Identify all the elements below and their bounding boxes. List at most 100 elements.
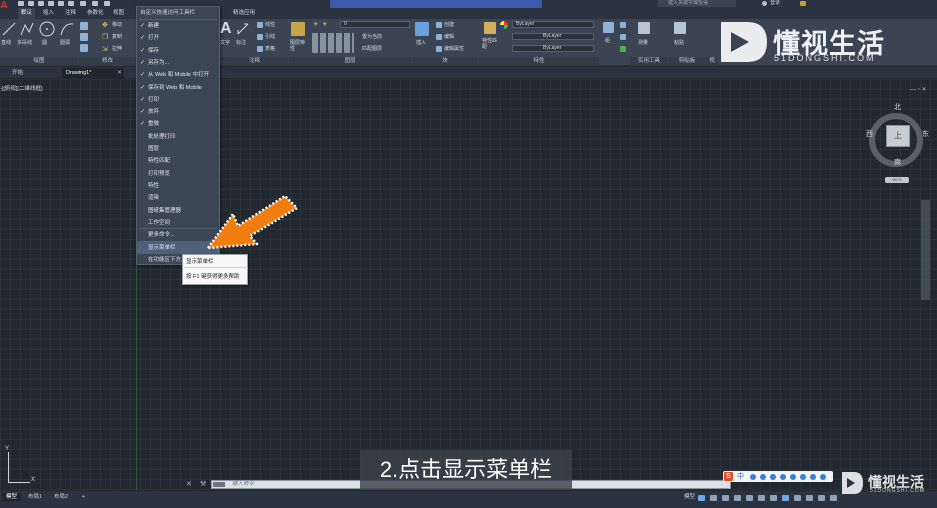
layer-dropdown[interactable]: 0 <box>340 21 410 28</box>
layer-properties-icon[interactable] <box>291 22 305 36</box>
new-icon[interactable] <box>18 1 24 6</box>
snap-icon[interactable] <box>710 495 717 501</box>
linear-label[interactable]: 线性 <box>265 22 275 28</box>
grid-icon[interactable] <box>698 495 705 501</box>
draw-group-label[interactable]: 绘图 <box>0 57 78 66</box>
tab-annotate[interactable]: 注释 <box>62 8 79 19</box>
wcs-menu[interactable]: WCS <box>885 177 909 183</box>
match-layer-label[interactable]: 匹配图层 <box>362 46 382 52</box>
polar-icon[interactable] <box>734 495 741 501</box>
open-icon[interactable] <box>28 1 34 6</box>
layers-group-label[interactable]: 图层 <box>289 57 411 66</box>
menu-item[interactable]: ✓ 重做 <box>137 118 219 130</box>
create-block-icon[interactable] <box>436 22 442 28</box>
table-icon[interactable] <box>257 46 263 52</box>
edit-block-icon[interactable] <box>436 34 442 40</box>
edit-label[interactable]: 编辑 <box>444 34 454 40</box>
tab-layout2[interactable]: 布局2 <box>50 493 72 501</box>
command-history-icon[interactable] <box>213 482 225 487</box>
ime-punctuation-icon[interactable] <box>760 474 766 480</box>
paste-icon[interactable] <box>674 22 686 34</box>
close-tab-icon[interactable]: ✕ <box>117 69 122 76</box>
block-group-label[interactable]: 块 <box>412 57 478 66</box>
insert-block-icon[interactable] <box>415 22 429 36</box>
color-wheel-icon[interactable] <box>500 21 508 29</box>
dimension-icon[interactable] <box>236 22 250 36</box>
line-icon[interactable] <box>2 22 16 36</box>
ime-settings-icon[interactable] <box>820 474 826 480</box>
move-icon[interactable]: ✥ <box>102 21 108 29</box>
menu-item[interactable]: ✓ 打开 <box>137 32 219 44</box>
ime-keyboard-icon[interactable] <box>790 474 796 480</box>
arc-icon[interactable] <box>60 22 74 36</box>
menu-item[interactable]: 图层 <box>137 143 219 155</box>
properties-group-label[interactable]: 特性 <box>479 57 599 66</box>
ungroup-icon[interactable] <box>620 34 626 40</box>
tab-start[interactable]: 开始 <box>8 68 27 78</box>
linetype-dropdown[interactable]: ByLayer <box>512 33 594 40</box>
create-label[interactable]: 创建 <box>444 22 454 28</box>
layer-on-icon[interactable]: ☀ <box>313 21 318 28</box>
redo-icon[interactable] <box>104 1 110 6</box>
lineweight-icon[interactable] <box>770 495 777 501</box>
tab-default[interactable]: 默认 <box>18 8 36 19</box>
leader-label[interactable]: 引线 <box>265 34 275 40</box>
viewcube-top-face[interactable]: 上 <box>886 125 910 147</box>
workspace-icon[interactable] <box>818 495 825 501</box>
polyline-icon[interactable] <box>20 22 34 36</box>
ime-moon-icon[interactable] <box>750 474 756 480</box>
rectangle-icon[interactable] <box>80 22 88 30</box>
lineweight-dropdown[interactable]: ByLayer <box>512 45 594 52</box>
cart-icon[interactable] <box>800 1 806 6</box>
menu-item[interactable]: ✓ 新建 <box>137 20 219 32</box>
compass-north[interactable]: 北 <box>894 102 901 112</box>
web-save-icon[interactable] <box>68 1 74 6</box>
tab-layout1[interactable]: 布局1 <box>24 493 46 501</box>
viewport-controls-label[interactable]: -][俯视][二维线框] <box>0 84 42 92</box>
add-layout-button[interactable]: + <box>78 493 89 501</box>
match-properties-icon[interactable] <box>484 22 496 34</box>
color-dropdown[interactable]: ByLayer <box>512 21 594 28</box>
menu-item[interactable]: ✓ 从 Web 和 Mobile 中打开 <box>137 69 219 81</box>
save-icon[interactable] <box>38 1 44 6</box>
menu-item[interactable]: 特性 <box>137 180 219 192</box>
annotation-scale-icon[interactable] <box>806 495 813 501</box>
menu-item[interactable]: ✓ 保存到 Web 和 Mobile <box>137 82 219 94</box>
draw-more-icon[interactable] <box>80 44 88 52</box>
web-open-icon[interactable] <box>58 1 64 6</box>
circle-icon[interactable] <box>39 21 55 37</box>
compass-east[interactable]: 东 <box>922 129 929 139</box>
annotation-group-label[interactable]: 注释 <box>221 57 288 66</box>
menu-item[interactable]: 打印预览 <box>137 168 219 180</box>
selection-cycling-icon[interactable] <box>794 495 801 501</box>
print-icon[interactable] <box>80 1 86 6</box>
table-label[interactable]: 表格 <box>265 46 275 52</box>
tab-parametric[interactable]: 参数化 <box>84 8 107 19</box>
ime-mic-icon[interactable] <box>780 474 786 480</box>
hatch-icon[interactable] <box>80 33 88 41</box>
ime-emoji-icon[interactable] <box>770 474 776 480</box>
tab-model[interactable]: 模型 <box>2 493 22 501</box>
model-space-label[interactable]: 模型 <box>680 493 699 501</box>
leader-icon[interactable] <box>257 34 263 40</box>
measure-icon[interactable] <box>638 22 650 34</box>
save-as-icon[interactable] <box>48 1 54 6</box>
sogou-icon[interactable]: S <box>724 472 733 481</box>
compass-south[interactable]: 南 <box>894 157 901 167</box>
ime-grid-icon[interactable] <box>810 474 816 480</box>
customize-icon[interactable] <box>830 495 837 501</box>
text-icon[interactable]: A <box>220 20 232 38</box>
linear-icon[interactable] <box>257 22 263 28</box>
command-settings-icon[interactable]: ⚒ <box>200 480 206 488</box>
group-icon[interactable] <box>603 22 614 33</box>
search-input[interactable]: 键入关键字或短语 <box>658 0 736 7</box>
tab-drawing1[interactable]: Drawing1* <box>62 68 124 78</box>
login-button[interactable]: 登录 <box>770 0 780 7</box>
ime-chinese-mode[interactable]: 中 <box>737 472 744 481</box>
menu-item[interactable]: ✓ 保存 <box>137 45 219 57</box>
compass-west[interactable]: 西 <box>866 129 873 139</box>
menu-item[interactable]: 特性匹配 <box>137 155 219 167</box>
transparency-icon[interactable] <box>782 495 789 501</box>
edit-attribute-icon[interactable] <box>436 46 442 52</box>
clipboard-group-label[interactable]: 剪贴板 <box>669 57 705 66</box>
